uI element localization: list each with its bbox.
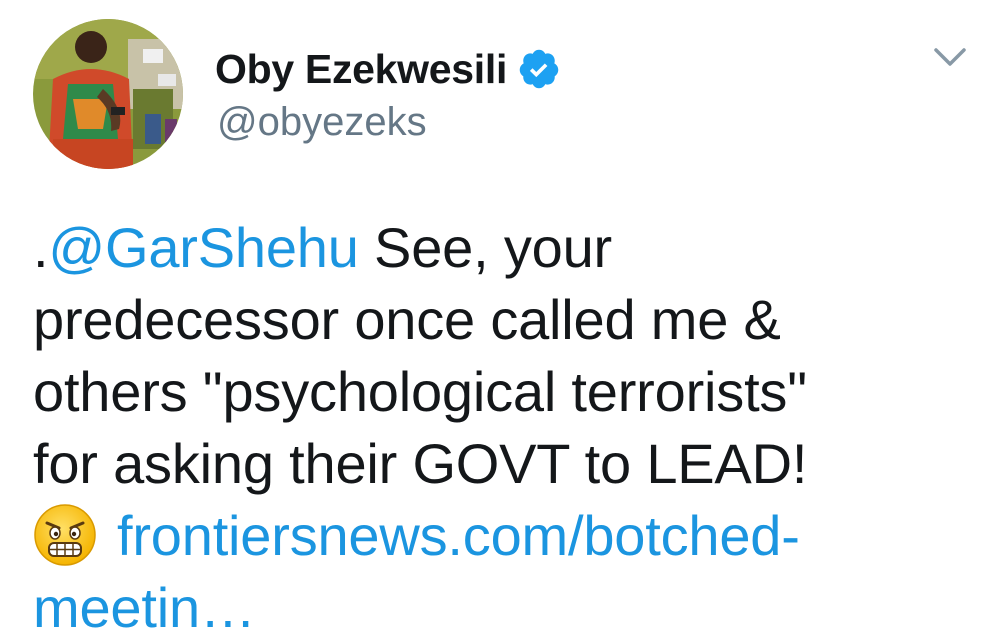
url-link-part-1[interactable]: frontiersnews.com/botched- <box>117 504 800 567</box>
avatar[interactable] <box>33 19 183 169</box>
url-link-part-2[interactable]: meetin… <box>33 572 973 644</box>
tweet-line-1: .@GarShehu See, your <box>33 212 973 284</box>
tweet-line-3: others "psychological terrorists" <box>33 360 807 423</box>
profile-photo-icon <box>33 19 183 169</box>
tweet-line-5: frontiersnews.com/botched- <box>33 500 973 572</box>
tweet-line-4: for asking their GOVT to LEAD! <box>33 432 808 495</box>
text-segment: See, your <box>358 216 612 279</box>
tweet-text: .@GarShehu See, your predecessor once ca… <box>33 212 973 644</box>
author-row[interactable]: Oby Ezekwesili <box>215 42 561 96</box>
author-handle[interactable]: @obyezeks <box>217 100 427 145</box>
tweet-card: Oby Ezekwesili @obyezeks .@GarShehu See,… <box>0 0 1000 639</box>
verified-badge-icon <box>517 47 561 91</box>
display-name[interactable]: Oby Ezekwesili <box>215 46 507 93</box>
grimacing-face-icon <box>33 503 97 567</box>
text-prefix: . <box>33 216 49 279</box>
mention-link[interactable]: @GarShehu <box>48 216 359 279</box>
tweet-line-2: predecessor once called me & <box>33 288 781 351</box>
chevron-down-icon[interactable] <box>930 42 970 72</box>
